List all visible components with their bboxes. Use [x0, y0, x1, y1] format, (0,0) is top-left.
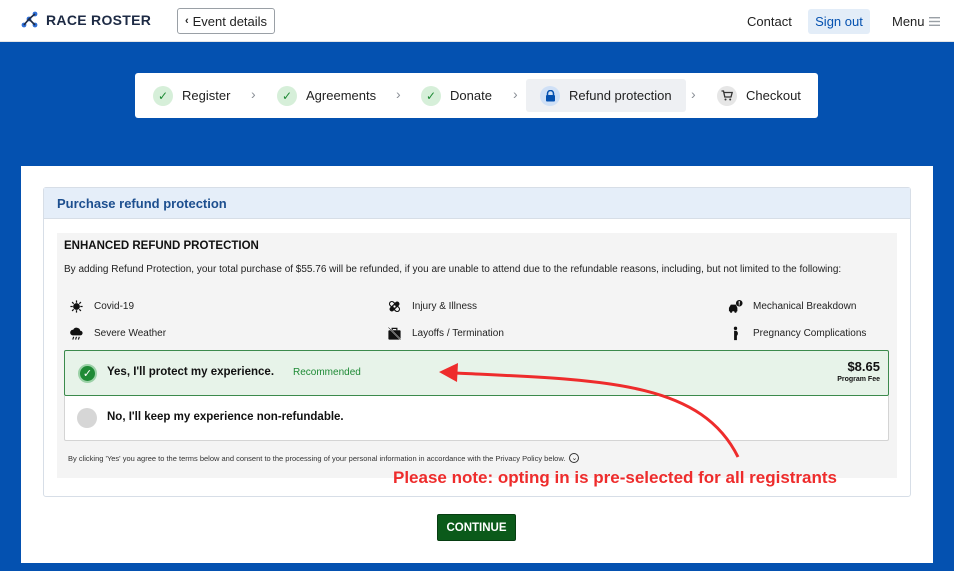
option-yes-protect[interactable]: ✓ Yes, I'll protect my experience. Recom… — [64, 350, 889, 396]
radio-unselected[interactable] — [77, 408, 97, 428]
reason-label: Severe Weather — [94, 328, 167, 339]
refund-protection-panel: Purchase refund protection ENHANCED REFU… — [43, 187, 911, 497]
virus-icon — [70, 300, 83, 313]
race-roster-logo-icon — [21, 11, 38, 28]
race-roster-logo[interactable]: RACE ROSTER — [20, 10, 151, 30]
enhanced-protection-title: ENHANCED REFUND PROTECTION — [64, 240, 259, 252]
refund-protection-widget: ENHANCED REFUND PROTECTION By adding Ref… — [57, 233, 897, 478]
step-register[interactable]: ✓ Register — [153, 73, 230, 118]
car-breakdown-icon — [728, 299, 743, 313]
chevron-right-icon: › — [513, 86, 518, 102]
option-no-label: No, I'll keep my experience non-refundab… — [107, 411, 344, 423]
protection-description: By adding Refund Protection, your total … — [64, 264, 842, 275]
briefcase-x-icon — [387, 326, 402, 341]
pregnant-person-icon — [733, 326, 738, 341]
step-agreements[interactable]: ✓ Agreements — [277, 73, 376, 118]
reason-pregnancy: Pregnancy Complications — [728, 326, 866, 341]
step-label: Donate — [450, 88, 492, 103]
event-details-label: Event details — [192, 13, 268, 29]
terms-text: By clicking 'Yes' you agree to the terms… — [68, 453, 566, 463]
reason-label: Pregnancy Complications — [753, 328, 867, 339]
continue-button[interactable]: CONTINUE — [437, 514, 516, 541]
reason-label: Mechanical Breakdown — [753, 301, 857, 312]
reason-layoffs: Layoffs / Termination — [387, 326, 504, 341]
reason-covid: Covid-19 — [69, 299, 134, 314]
step-donate[interactable]: ✓ Donate — [421, 73, 492, 118]
sign-out-label: Sign out — [815, 14, 863, 29]
reason-label: Layoffs / Termination — [412, 328, 504, 339]
menu-label: Menu — [892, 14, 925, 29]
contact-link[interactable]: Contact — [747, 14, 792, 29]
step-label: Refund protection — [569, 88, 672, 103]
option-no-refundable[interactable]: No, I'll keep my experience non-refundab… — [64, 396, 889, 441]
reason-label: Covid-19 — [94, 301, 135, 312]
bandage-icon — [388, 300, 401, 313]
chevron-right-icon: › — [691, 86, 696, 102]
menu-button[interactable]: Menu — [892, 14, 940, 29]
logo-text: RACE ROSTER — [46, 12, 152, 28]
event-details-button[interactable]: ‹ Event details — [177, 8, 275, 34]
registration-stepper: ✓ Register › ✓ Agreements › ✓ Donate › R… — [135, 73, 818, 118]
reason-weather: Severe Weather — [69, 326, 166, 341]
sign-out-button[interactable]: Sign out — [808, 9, 870, 34]
chevron-down-icon[interactable]: ⌄ — [569, 453, 580, 463]
hamburger-icon — [928, 17, 940, 26]
step-checkout[interactable]: Checkout — [717, 73, 801, 118]
top-navigation-bar: RACE ROSTER ‹ Event details Contact Sign… — [0, 0, 954, 42]
program-fee-price: $8.65 — [847, 359, 880, 374]
reason-mechanical: Mechanical Breakdown — [728, 299, 856, 314]
chevron-right-icon: › — [251, 86, 256, 102]
reason-injury: Injury & Illness — [387, 299, 477, 314]
chevron-left-icon: ‹ — [184, 15, 189, 27]
cart-icon — [717, 85, 737, 106]
terms-consent-text: By clicking 'Yes' you agree to the terms… — [68, 453, 580, 463]
annotation-note: Please note: opting in is pre-selected f… — [393, 468, 838, 487]
panel-header: Purchase refund protection — [44, 188, 910, 219]
reason-label: Injury & Illness — [412, 301, 478, 312]
lock-icon — [540, 85, 560, 106]
recommended-badge: Recommended — [293, 367, 361, 378]
option-yes-label: Yes, I'll protect my experience. — [107, 366, 275, 378]
step-label: Checkout — [746, 88, 801, 103]
step-label: Register — [182, 88, 231, 103]
check-icon: ✓ — [277, 85, 297, 106]
radio-selected-check-icon[interactable]: ✓ — [78, 364, 97, 383]
check-icon: ✓ — [153, 85, 173, 106]
check-icon: ✓ — [421, 85, 441, 106]
continue-label: CONTINUE — [446, 521, 507, 534]
main-content-card: Purchase refund protection ENHANCED REFU… — [21, 166, 933, 563]
program-fee-label: Program Fee — [837, 376, 880, 383]
step-refund-protection[interactable]: Refund protection — [526, 79, 686, 112]
storm-icon — [70, 327, 83, 340]
chevron-right-icon: › — [396, 86, 401, 102]
step-label: Agreements — [306, 88, 377, 103]
